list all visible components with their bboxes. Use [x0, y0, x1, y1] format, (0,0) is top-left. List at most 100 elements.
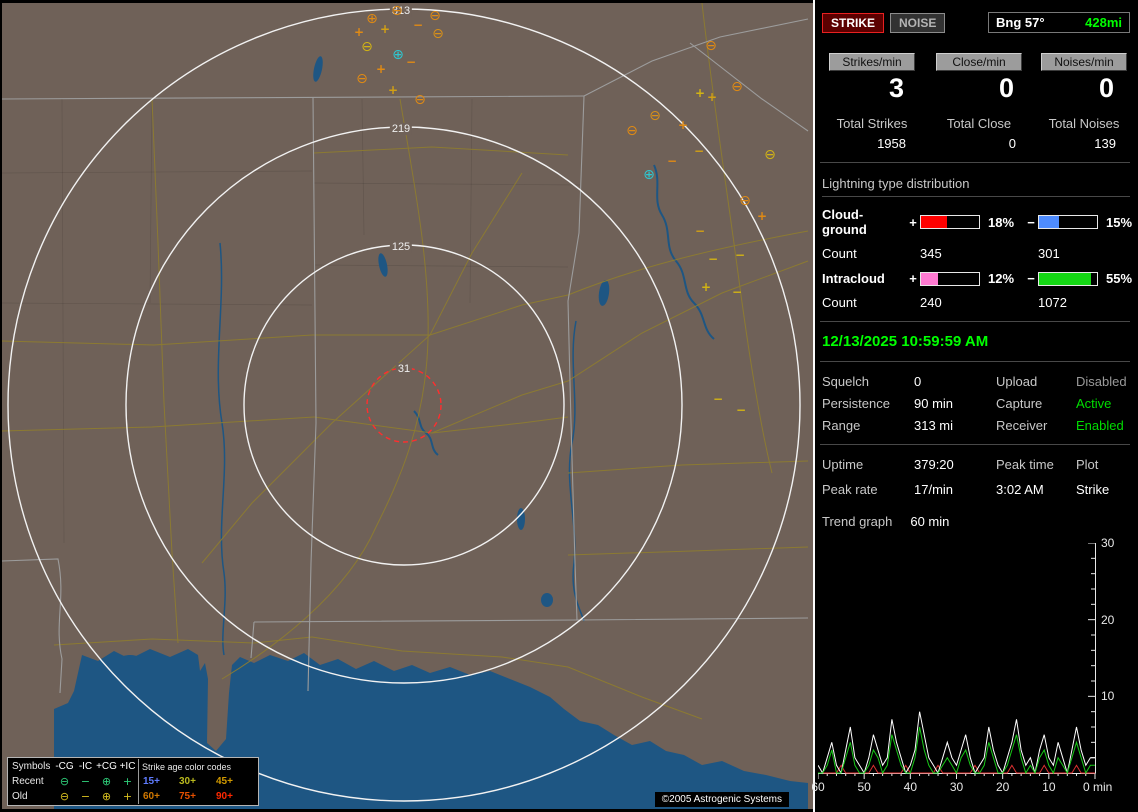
trend-x-tick: 20	[991, 780, 1015, 794]
ic-pos-old-icon: +	[117, 790, 138, 803]
age-15: 15+	[138, 774, 175, 789]
uptime-label: Uptime	[822, 457, 914, 472]
plus-sign: +	[906, 215, 920, 230]
legend-type-ic-pos: +IC	[117, 761, 138, 772]
cg-neg-recent-icon: ⊖	[54, 775, 75, 788]
legend-type-cg-neg: -CG	[54, 761, 75, 772]
ic-pos-bar-fill	[921, 273, 938, 285]
plus-sign: +	[906, 271, 920, 286]
trend-graph-label: Trend graph	[822, 514, 892, 529]
legend-old-row: Old ⊖ − ⊕ + 60+ 75+ 90+	[10, 789, 256, 804]
legend-old-label: Old	[10, 791, 54, 802]
total-strikes-value: 1958	[820, 136, 924, 151]
current-datetime: 12/13/2025 10:59:59 AM	[822, 333, 1134, 350]
legend-header-row: Symbols -CG -IC +CG +IC Strike age color…	[10, 759, 256, 774]
total-strikes-label: Total Strikes	[820, 116, 924, 131]
distribution-title: Lightning type distribution	[822, 176, 1130, 197]
trend-graph: 302010 6050403020100 min	[818, 537, 1134, 799]
trend-graph-plot	[818, 543, 1098, 781]
ic-pos-bar	[920, 272, 980, 286]
close-per-min-value: 0	[924, 73, 1034, 104]
cg-neg-old-icon: ⊖	[54, 790, 75, 803]
cg-neg-percent: 15%	[1100, 215, 1130, 230]
rate-values-row: 3 0 0	[820, 73, 1134, 104]
minus-sign: −	[1024, 271, 1038, 286]
intracloud-count-row: Count 240 1072	[822, 295, 1134, 310]
cloud-ground-label: Cloud-ground	[822, 207, 906, 237]
cg-pos-bar	[920, 215, 980, 229]
trend-x-tick: 60	[806, 780, 830, 794]
receiver-status: Enabled	[1076, 418, 1128, 433]
count-label: Count	[822, 246, 906, 261]
ic-pos-count: 240	[920, 295, 982, 310]
cloud-ground-row: Cloud-ground + 18% − 15%	[822, 207, 1134, 237]
uptime-value: 379:20	[914, 457, 996, 472]
map-panel[interactable]: 31321912531 ⊖⊕++−⊖⊖⊕+−⊖+⊖⊖⊖⊖+⊖⊖++⊖⊕−−⊖+−…	[2, 3, 813, 809]
peak-time-label: Peak time	[996, 457, 1076, 472]
totals-values-row: 1958 0 139	[820, 136, 1134, 151]
trend-y-tick: 20	[1101, 613, 1114, 627]
total-close-label: Total Close	[924, 116, 1034, 131]
noises-per-min-value: 0	[1034, 73, 1134, 104]
ic-neg-count: 1072	[1038, 295, 1100, 310]
age-45: 45+	[212, 776, 249, 787]
legend-type-cg-pos: +CG	[96, 761, 117, 772]
upload-label: Upload	[996, 374, 1076, 389]
trend-x-tick: 10	[1037, 780, 1061, 794]
app-window: 31321912531 ⊖⊕++−⊖⊖⊕+−⊖+⊖⊖⊖⊖+⊖⊖++⊖⊕−−⊖+−…	[0, 0, 1138, 812]
ic-neg-old-icon: −	[75, 790, 96, 803]
squelch-value: 0	[914, 374, 996, 389]
ic-pos-recent-icon: +	[117, 775, 138, 788]
range-value: 313 mi	[914, 418, 996, 433]
noise-indicator-button[interactable]: NOISE	[890, 13, 945, 33]
ic-neg-bar-fill	[1039, 273, 1091, 285]
map-legend: Symbols -CG -IC +CG +IC Strike age color…	[7, 757, 259, 806]
persistence-value: 90 min	[914, 396, 996, 411]
strikes-per-min-value: 3	[820, 73, 924, 104]
trend-x-tick: 50	[852, 780, 876, 794]
ic-pos-percent: 12%	[982, 271, 1024, 286]
totals-labels-row: Total Strikes Total Close Total Noises	[820, 116, 1134, 131]
legend-age-title: Strike age color codes	[138, 759, 249, 774]
age-30: 30+	[175, 776, 212, 787]
peak-rate-label: Peak rate	[822, 482, 914, 497]
range-ring-label: 125	[390, 241, 412, 253]
range-ring-label: 313	[390, 5, 412, 17]
strike-indicator-button[interactable]: STRIKE	[822, 13, 884, 33]
range-ring-label: 219	[390, 123, 412, 135]
ic-neg-bar	[1038, 272, 1098, 286]
bearing-box: Bng 57° 428mi	[988, 12, 1130, 33]
cg-neg-bar	[1038, 215, 1098, 229]
trend-y-tick: 10	[1101, 689, 1114, 703]
age-90: 90+	[212, 791, 249, 802]
cg-neg-count: 301	[1038, 246, 1100, 261]
range-label: Range	[822, 418, 914, 433]
close-per-min-button[interactable]: Close/min	[936, 53, 1022, 71]
copyright-notice: ©2005 Astrogenic Systems	[655, 792, 789, 807]
bearing-label: Bng 57°	[996, 15, 1045, 30]
status-panel: STRIKE NOISE Bng 57° 428mi Strikes/min C…	[816, 0, 1134, 812]
capture-label: Capture	[996, 396, 1076, 411]
age-60: 60+	[138, 789, 175, 804]
minus-sign: −	[1024, 215, 1038, 230]
map-panel-divider	[813, 0, 815, 812]
ic-neg-percent: 55%	[1100, 271, 1130, 286]
trend-window-value: 60 min	[910, 514, 949, 529]
ic-neg-recent-icon: −	[75, 775, 96, 788]
trend-y-tick: 30	[1101, 536, 1114, 550]
upload-status: Disabled	[1076, 374, 1128, 389]
persistence-label: Persistence	[822, 396, 914, 411]
total-close-value: 0	[924, 136, 1034, 151]
cloud-ground-count-row: Count 345 301	[822, 246, 1134, 261]
cg-neg-bar-fill	[1039, 216, 1059, 228]
peak-rate-value: 17/min	[914, 482, 996, 497]
cg-pos-bar-fill	[921, 216, 947, 228]
strikes-per-min-button[interactable]: Strikes/min	[829, 53, 915, 71]
noises-per-min-button[interactable]: Noises/min	[1041, 53, 1127, 71]
plot-value: Strike	[1076, 482, 1128, 497]
squelch-label: Squelch	[822, 374, 914, 389]
peak-time-value: 3:02 AM	[996, 482, 1076, 497]
intracloud-label: Intracloud	[822, 271, 906, 286]
divider	[820, 321, 1130, 322]
settings-grid: Squelch 0 Upload Disabled Persistence 90…	[822, 374, 1134, 433]
